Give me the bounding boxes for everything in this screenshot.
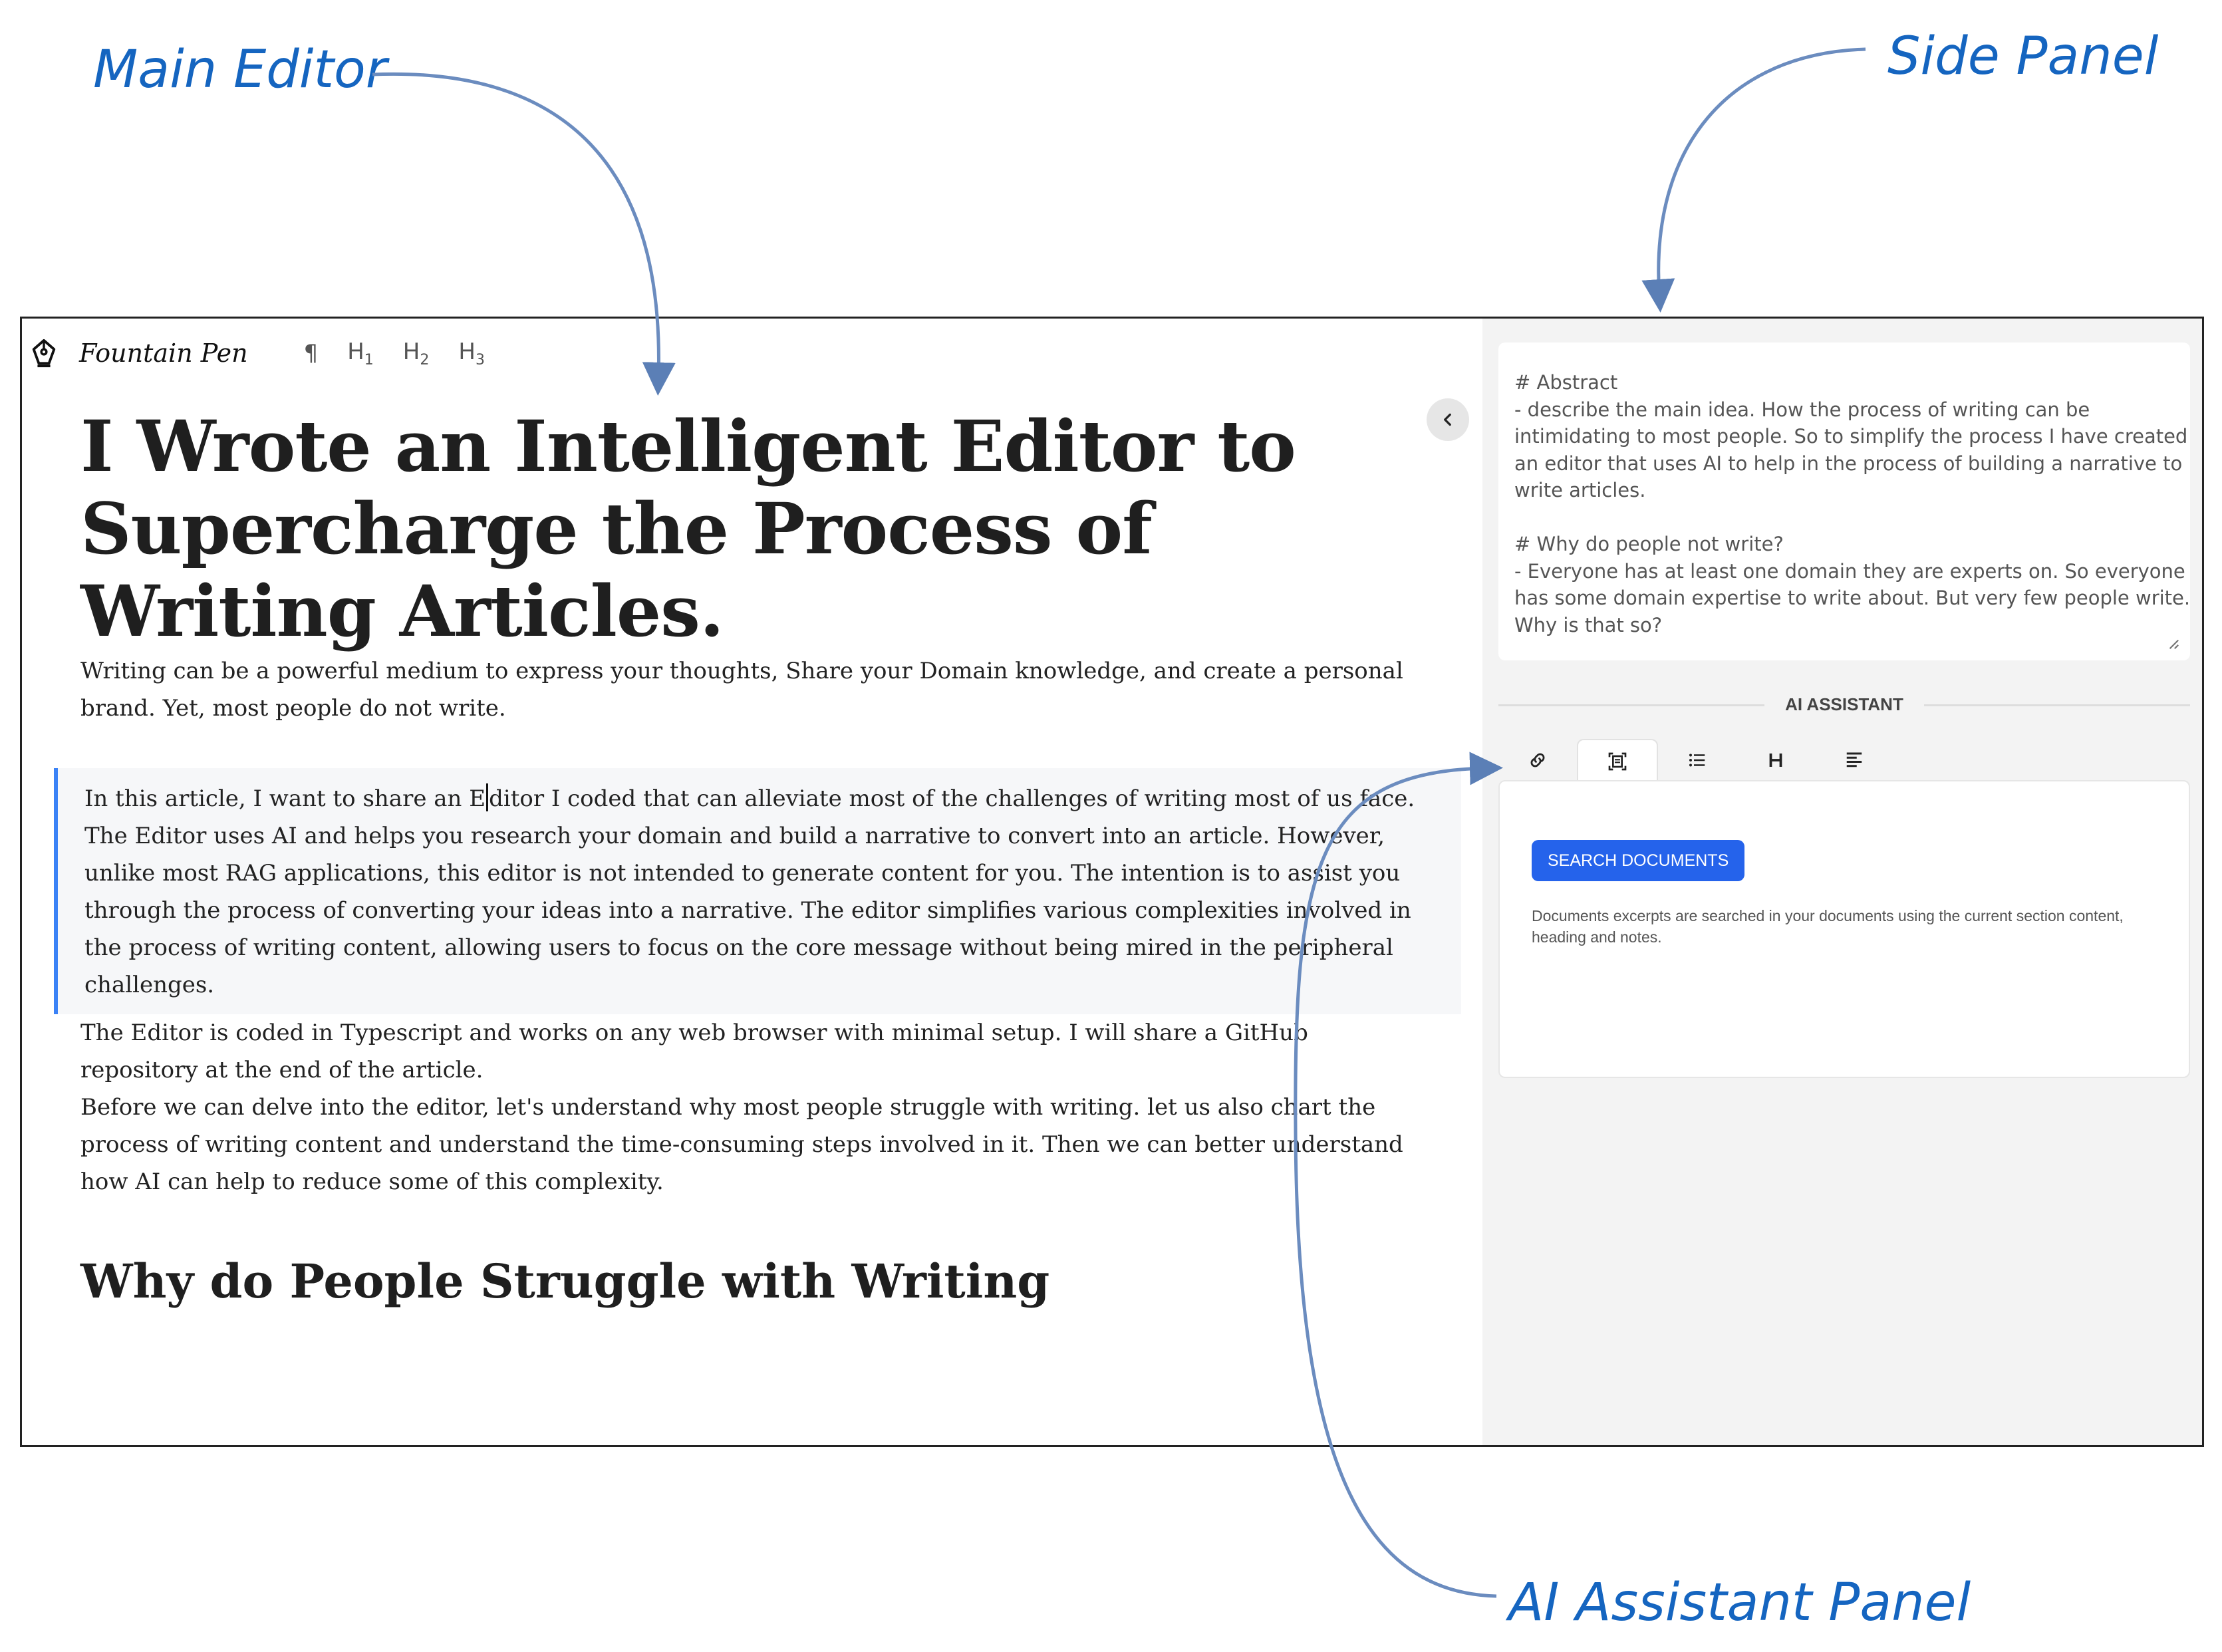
main-editor-annotation: Main Editor — [93, 40, 387, 100]
paragraph-button[interactable]: ¶ — [304, 340, 319, 366]
heading-icon — [1769, 754, 1782, 767]
notes-line: intimidating to most people. So to simpl… — [1514, 425, 2188, 448]
side-panel-annotation: Side Panel — [1887, 27, 2159, 86]
heading-3-button[interactable]: H3 — [458, 339, 485, 368]
notes-line: # Why do people not write? — [1514, 533, 1784, 555]
heading-3-level: 3 — [475, 351, 485, 368]
document-scan-icon — [1608, 752, 1627, 771]
tab-link[interactable] — [1498, 739, 1577, 781]
notes-line: write articles. — [1514, 479, 1646, 501]
notes-line: an editor that uses AI to help in the pr… — [1514, 452, 2183, 475]
article-title[interactable]: I Wrote an Intelligent Editor to Superch… — [80, 405, 1431, 652]
link-icon — [1530, 753, 1545, 767]
heading-2-level: 2 — [420, 351, 430, 368]
toolbar: Fountain Pen ¶ H1 H2 H3 — [29, 333, 514, 373]
search-help-text: Documents excerpts are searched in your … — [1532, 907, 2124, 946]
notes-textarea[interactable]: # Abstract - describe the main idea. How… — [1498, 343, 2190, 660]
paragraph-1[interactable]: Writing can be a powerful medium to expr… — [80, 652, 1431, 727]
notes-line — [1514, 504, 2174, 531]
editor-content[interactable]: I Wrote an Intelligent Editor to Superch… — [54, 405, 1461, 1309]
collapse-panel-button[interactable] — [1427, 398, 1469, 441]
paragraph-2-text-after-caret: ditor I coded that can alleviate most of… — [84, 785, 1415, 998]
search-documents-button[interactable]: SEARCH DOCUMENTS — [1532, 840, 1745, 881]
ai-assistant-panel-annotation: AI Assistant Panel — [1508, 1573, 1971, 1633]
tab-list[interactable] — [1658, 739, 1736, 781]
side-panel-arrow — [1641, 47, 1866, 313]
notes-line: - describe the main idea. How the proces… — [1514, 398, 2090, 421]
resize-handle-icon[interactable] — [2167, 638, 2179, 650]
section-heading[interactable]: Why do People Struggle with Writing — [80, 1254, 1431, 1309]
ai-assistant-divider: AI ASSISTANT — [1498, 691, 2190, 718]
app-window: Fountain Pen ¶ H1 H2 H3 I Wrote an Intel… — [20, 317, 2204, 1447]
side-panel: # Abstract - describe the main idea. How… — [1482, 319, 2202, 1445]
fountain-pen-icon — [32, 339, 56, 368]
paragraph-4[interactable]: Before we can delve into the editor, let… — [80, 1089, 1431, 1200]
heading-2-button[interactable]: H2 — [403, 339, 430, 368]
ai-assistant-panel: SEARCH DOCUMENTS Documents excerpts are … — [1498, 780, 2190, 1078]
heading-1-button[interactable]: H1 — [347, 339, 374, 368]
notes-line: Why is that so? — [1514, 613, 1663, 636]
paragraph-2-text-before-caret: In this article, I want to share an E — [84, 785, 486, 812]
notes-line: # Abstract — [1514, 371, 1618, 394]
text-caret — [486, 783, 489, 811]
heading-1-level: 1 — [364, 351, 374, 368]
notes-line: has some domain expertise to write about… — [1514, 587, 2191, 609]
paragraph-3[interactable]: The Editor is coded in Typescript and wo… — [80, 1014, 1431, 1089]
chevron-left-icon — [1444, 413, 1451, 426]
paragraph-2[interactable]: In this article, I want to share an Edit… — [84, 780, 1455, 1004]
heading-1-letter: H — [347, 338, 364, 365]
active-paragraph-block[interactable]: In this article, I want to share an Edit… — [54, 768, 1461, 1014]
tab-document-search[interactable] — [1577, 739, 1658, 783]
align-left-icon — [1846, 752, 1862, 767]
heading-3-letter: H — [458, 338, 476, 365]
tab-align[interactable] — [1815, 739, 1893, 781]
ai-assistant-tabs — [1498, 739, 1893, 783]
notes-line: - Everyone has at least one domain they … — [1514, 559, 2185, 583]
main-editor[interactable]: Fountain Pen ¶ H1 H2 H3 I Wrote an Intel… — [22, 319, 1482, 1445]
heading-2-letter: H — [402, 338, 420, 365]
tab-heading[interactable] — [1736, 739, 1815, 781]
list-icon — [1689, 754, 1705, 767]
app-brand-name: Fountain Pen — [79, 339, 248, 368]
ai-assistant-label: AI ASSISTANT — [1785, 694, 1903, 714]
